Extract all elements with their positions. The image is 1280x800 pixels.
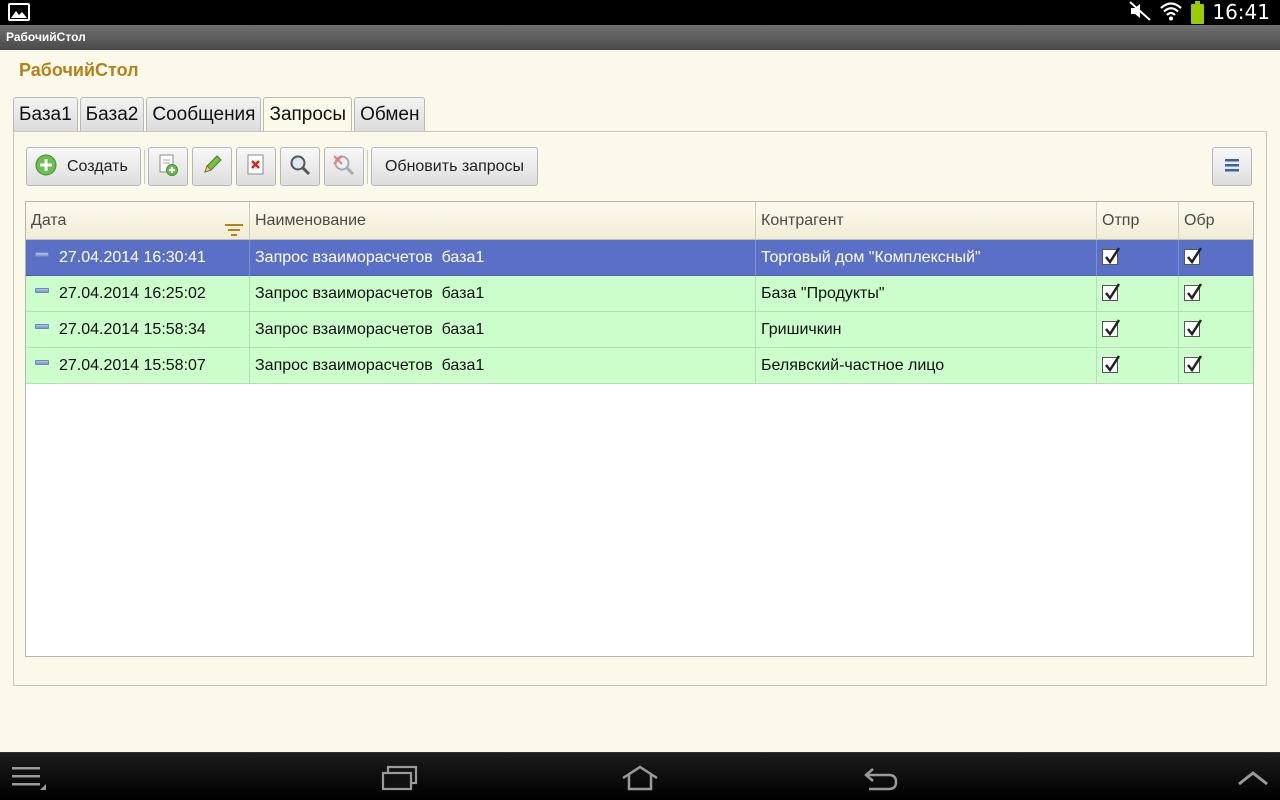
cell-date: 27.04.2014 16:30:41 (26, 240, 250, 276)
form-title: РабочийСтол (19, 60, 139, 80)
back-icon[interactable] (863, 765, 899, 795)
system-navigation-bar (0, 752, 1280, 800)
cell-name: Запрос взаиморасчетов база1 (250, 240, 756, 276)
table-row[interactable]: 27.04.2014 15:58:07 Запрос взаиморасчето… (26, 348, 1253, 384)
cancel-search-icon (332, 153, 356, 181)
menu-icon[interactable] (12, 765, 48, 795)
refresh-requests-label: Обновить запросы (384, 157, 525, 175)
tab-exchange[interactable]: Обмен (354, 97, 426, 131)
column-header-counterparty[interactable]: Контрагент (756, 202, 1097, 240)
search-icon (289, 154, 311, 180)
tab-bar: База1 База2 Сообщения Запросы Обмен (13, 97, 426, 132)
delete-button[interactable] (236, 147, 276, 186)
create-button[interactable]: Создать (26, 147, 141, 186)
edit-button[interactable] (192, 147, 232, 186)
cell-date: 27.04.2014 15:58:07 (26, 348, 250, 384)
requests-table: Дата Наименование Контрагент Отпр Обр 27… (25, 201, 1254, 657)
cell-counterparty: Белявский-частное лицо (756, 348, 1097, 384)
processed-checkbox[interactable] (1184, 319, 1203, 337)
more-actions-button[interactable] (1212, 147, 1252, 186)
column-header-date[interactable]: Дата (26, 202, 250, 240)
toolbar: Создать Обновить запросы (26, 147, 538, 186)
table-row[interactable]: 27.04.2014 16:30:41 Запрос взаиморасчето… (26, 240, 1253, 276)
add-icon (35, 154, 57, 180)
recent-apps-icon[interactable] (381, 765, 419, 795)
cell-processed (1179, 240, 1253, 276)
status-bar: 16:41 (0, 0, 1280, 25)
search-button[interactable] (280, 147, 320, 186)
processed-checkbox[interactable] (1184, 283, 1203, 301)
refresh-requests-button[interactable]: Обновить запросы (371, 147, 538, 186)
mute-icon (1129, 0, 1152, 25)
sent-checkbox[interactable] (1102, 355, 1121, 373)
cell-date: 27.04.2014 16:25:02 (26, 276, 250, 312)
tab-requests[interactable]: Запросы (263, 97, 353, 132)
toolbar-separator (367, 149, 368, 184)
sent-checkbox[interactable] (1102, 283, 1121, 301)
cell-processed (1179, 348, 1253, 384)
cell-sent (1097, 348, 1179, 384)
column-header-processed[interactable]: Обр (1179, 202, 1253, 240)
pencil-icon (201, 154, 223, 180)
gallery-notification-icon (8, 3, 30, 21)
processed-checkbox[interactable] (1184, 355, 1203, 373)
cell-counterparty: База "Продукты" (756, 276, 1097, 312)
cell-counterparty: Торговый дом "Комплексный" (756, 240, 1097, 276)
copy-document-icon (157, 153, 179, 181)
menu-icon (1224, 157, 1240, 177)
cell-sent (1097, 276, 1179, 312)
cell-date: 27.04.2014 15:58:34 (26, 312, 250, 348)
create-button-label: Создать (67, 157, 128, 175)
column-header-sent[interactable]: Отпр (1097, 202, 1179, 240)
cell-name: Запрос взаиморасчетов база1 (250, 312, 756, 348)
copy-button[interactable] (148, 147, 188, 186)
tab-messages[interactable]: Сообщения (146, 97, 262, 131)
sent-checkbox[interactable] (1102, 247, 1121, 265)
cell-sent (1097, 240, 1179, 276)
cell-name: Запрос взаиморасчетов база1 (250, 348, 756, 384)
table-row[interactable]: 27.04.2014 16:25:02 Запрос взаиморасчето… (26, 276, 1253, 312)
cell-sent (1097, 312, 1179, 348)
column-header-date-label: Дата (31, 212, 67, 229)
cell-processed (1179, 276, 1253, 312)
table-header: Дата Наименование Контрагент Отпр Обр (26, 202, 1253, 240)
status-time: 16:41 (1212, 0, 1270, 24)
cell-processed (1179, 312, 1253, 348)
wifi-icon (1159, 1, 1183, 25)
chevron-up-icon[interactable] (1237, 769, 1269, 791)
window-title: РабочийСтол (0, 25, 1280, 50)
processed-checkbox[interactable] (1184, 247, 1203, 265)
cell-counterparty: Гришичкин (756, 312, 1097, 348)
tab-baza2[interactable]: База2 (79, 97, 145, 131)
column-header-name[interactable]: Наименование (250, 202, 756, 240)
cell-name: Запрос взаиморасчетов база1 (250, 276, 756, 312)
toolbar-separator (144, 149, 145, 184)
delete-document-icon (246, 153, 266, 181)
cancel-search-button[interactable] (324, 147, 364, 186)
sent-checkbox[interactable] (1102, 319, 1121, 337)
tab-baza1[interactable]: База1 (13, 97, 78, 131)
home-icon[interactable] (619, 765, 661, 795)
battery-icon (1191, 0, 1205, 24)
table-row[interactable]: 27.04.2014 15:58:34 Запрос взаиморасчето… (26, 312, 1253, 348)
